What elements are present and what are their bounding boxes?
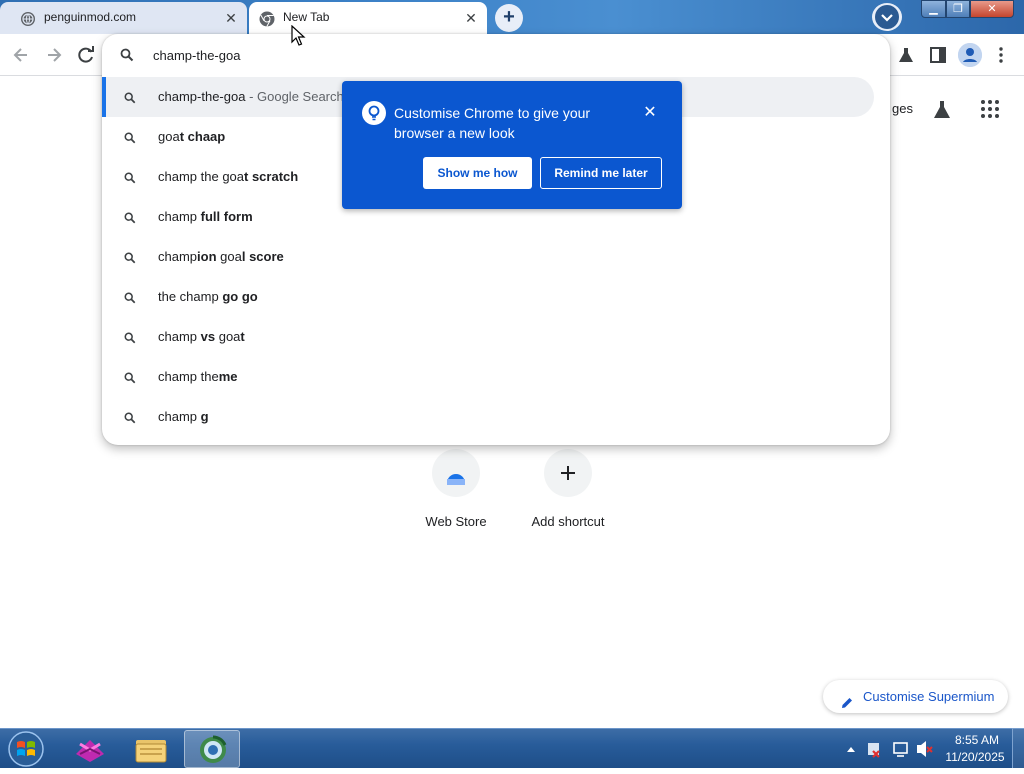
search-icon [124, 171, 136, 189]
shortcut-label: Add shortcut [531, 514, 605, 529]
suggestion-text: champion goal score [158, 249, 284, 264]
promo-message: Customise Chrome to give your browser a … [394, 105, 591, 141]
labs-flask-icon[interactable] [896, 45, 916, 65]
remind-me-later-button[interactable]: Remind me later [540, 157, 662, 189]
show-desktop-button[interactable] [1012, 728, 1024, 768]
mouse-cursor-icon [291, 24, 307, 47]
shortcut-web-store[interactable]: Web Store [408, 449, 504, 539]
suggestion-text: champ vs goat [158, 329, 245, 344]
search-icon [124, 371, 136, 389]
start-button[interactable] [6, 730, 46, 768]
suggestion-text: champ theme [158, 369, 238, 384]
tab-new-tab[interactable]: New Tab ✕ [249, 2, 487, 34]
tab-search-button[interactable] [872, 3, 902, 31]
search-icon [124, 211, 136, 229]
close-tab-icon[interactable]: ✕ [223, 10, 239, 26]
tray-icons[interactable] [840, 729, 950, 769]
tab-title: New Tab [283, 10, 330, 24]
show-me-how-button[interactable]: Show me how [423, 157, 532, 189]
suggestion-text: goat chaap [158, 129, 226, 144]
chevron-down-icon [875, 5, 899, 29]
search-icon [124, 291, 136, 309]
tab-strip: penguinmod.com ✕ New Tab ✕ + ▁ ❐ ✕ [0, 0, 1024, 34]
side-panel-icon[interactable] [928, 45, 948, 65]
suggestion-text: the champ go go [158, 289, 258, 304]
plus-icon [544, 449, 592, 497]
labs-icon[interactable] [931, 99, 953, 126]
shortcut-label: Web Store [425, 514, 487, 529]
profile-avatar-icon[interactable] [958, 43, 982, 67]
omnibox-input-row [102, 34, 890, 76]
clock-date[interactable]: 11/20/2025 [940, 750, 1010, 764]
search-icon [124, 91, 136, 109]
suggestion-text: champ the goat scratch [158, 169, 299, 184]
suggestion-item[interactable]: champ g [102, 397, 890, 437]
chrome-icon [259, 11, 275, 27]
search-icon [124, 331, 136, 349]
images-link[interactable]: ges [892, 101, 913, 116]
taskbar-penguinmod-icon[interactable] [62, 730, 118, 768]
pencil-icon [840, 689, 854, 722]
new-tab-button[interactable]: + [495, 4, 523, 32]
customise-chrome-promo: Customise Chrome to give your browser a … [342, 81, 682, 209]
shortcut-add[interactable]: Add shortcut [520, 449, 616, 539]
tab-title: penguinmod.com [44, 10, 137, 24]
reload-icon [78, 46, 94, 63]
suggestion-text: champ g [158, 409, 209, 424]
web-store-icon [432, 449, 480, 497]
arrow-left-icon [13, 48, 27, 62]
taskbar [0, 728, 1024, 768]
suggestion-item[interactable]: champ vs goat [102, 317, 890, 357]
arrow-right-icon [48, 48, 62, 62]
close-icon[interactable]: ✕ [640, 103, 660, 123]
lightbulb-icon [362, 101, 386, 125]
customise-button[interactable]: Customise Supermium [823, 680, 1008, 713]
search-icon [124, 131, 136, 149]
close-window-button[interactable]: ✕ [970, 0, 1014, 18]
apps-grid-icon[interactable] [980, 99, 1000, 124]
suggestion-text: champ full form [158, 209, 253, 224]
suggestion-item[interactable]: the champ go go [102, 277, 890, 317]
back-button[interactable] [10, 44, 32, 66]
search-icon [120, 48, 134, 67]
forward-button[interactable] [43, 44, 65, 66]
reload-button[interactable] [75, 44, 97, 66]
suggestion-item[interactable]: champion goal score [102, 237, 890, 277]
omnibox-input[interactable] [153, 45, 853, 65]
globe-icon [20, 11, 36, 27]
close-tab-icon[interactable]: ✕ [463, 10, 479, 26]
minimize-button[interactable]: ▁ [921, 0, 946, 18]
search-icon [124, 251, 136, 269]
customise-label: Customise Supermium [863, 689, 995, 704]
search-icon [124, 411, 136, 429]
maximize-button[interactable]: ❐ [946, 0, 970, 18]
taskbar-explorer-icon[interactable] [123, 730, 179, 768]
more-menu-icon[interactable] [994, 45, 1008, 65]
taskbar-browser-icon[interactable] [184, 730, 240, 768]
suggestion-text: champ-the-goa - Google Search [158, 89, 344, 104]
suggestion-item[interactable]: champ theme [102, 357, 890, 397]
tab-penguinmod[interactable]: penguinmod.com ✕ [0, 2, 247, 34]
clock-time[interactable]: 8:55 AM [945, 733, 1009, 747]
